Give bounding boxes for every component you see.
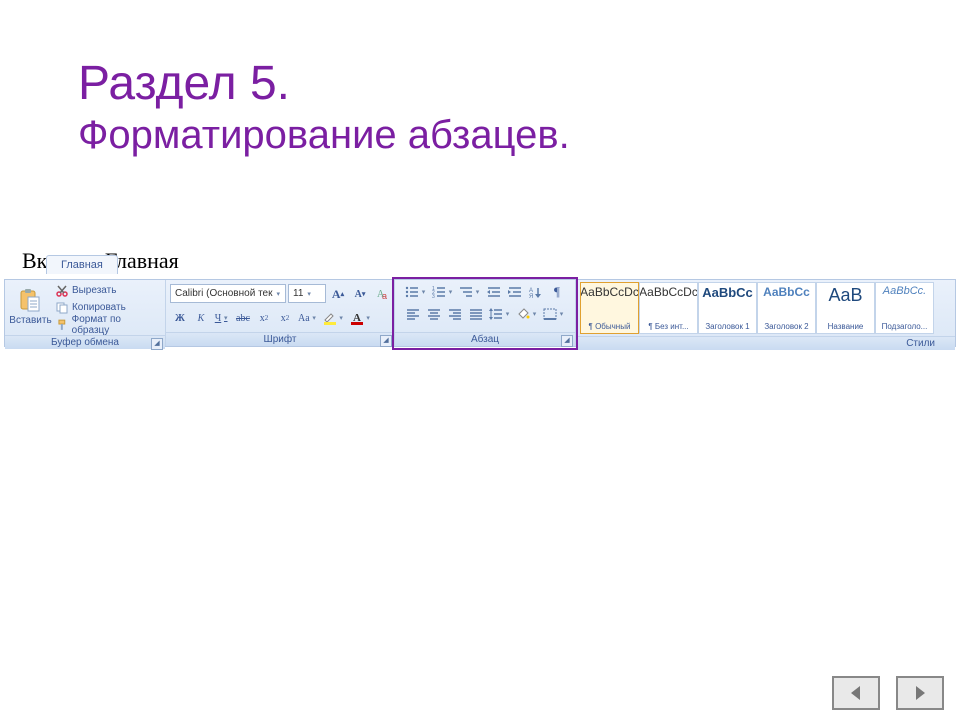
superscript-button[interactable]: x2 bbox=[275, 308, 295, 328]
style-card[interactable]: AaBbCc. Подзаголо... bbox=[875, 282, 934, 334]
change-case-button[interactable]: Aa▾ bbox=[296, 308, 320, 328]
indent-icon bbox=[508, 286, 522, 298]
align-right-button[interactable] bbox=[445, 304, 465, 324]
tab-caption: Вкладка Главная bbox=[22, 248, 960, 274]
borders-button[interactable]: ▾ bbox=[541, 304, 567, 324]
cut-button[interactable]: Вырезать bbox=[54, 282, 161, 299]
sort-icon: AЯ bbox=[529, 286, 543, 298]
line-spacing-button[interactable]: ▾ bbox=[487, 304, 513, 324]
next-slide-button[interactable] bbox=[896, 676, 944, 710]
paragraph-launcher[interactable]: ◢ bbox=[561, 335, 573, 347]
style-name: ¶ Без инт... bbox=[641, 322, 696, 331]
group-font: Calibri (Основной тек▾ 11▾ A▴ A▾ Aa Ж К … bbox=[166, 280, 395, 346]
font-size-select[interactable]: 11▾ bbox=[288, 284, 326, 303]
svg-text:Я: Я bbox=[529, 294, 533, 298]
brush-icon bbox=[56, 319, 68, 331]
style-sample: AaB bbox=[828, 285, 862, 306]
grow-font-button[interactable]: A▴ bbox=[328, 284, 348, 304]
clipboard-launcher[interactable]: ◢ bbox=[151, 338, 163, 350]
style-card[interactable]: AaBbCcDc ¶ Без инт... bbox=[639, 282, 698, 334]
style-card[interactable]: AaBbCcDc ¶ Обычный bbox=[580, 282, 639, 334]
clear-formatting-button[interactable]: Aa bbox=[372, 284, 392, 304]
ribbon-tab-home[interactable]: Главная bbox=[46, 255, 118, 274]
multilevel-list-button[interactable]: ▾ bbox=[457, 282, 483, 302]
align-left-button[interactable] bbox=[403, 304, 423, 324]
style-name: Подзаголо... bbox=[877, 322, 932, 331]
arrow-left-icon bbox=[847, 684, 865, 702]
paste-label: Вставить bbox=[9, 315, 51, 326]
numbering-button[interactable]: 123▾ bbox=[430, 282, 456, 302]
bullets-button[interactable]: ▾ bbox=[403, 282, 429, 302]
font-label: Шрифт◢ bbox=[166, 332, 394, 346]
style-sample: AaBbCc bbox=[702, 285, 753, 300]
cut-icon bbox=[56, 285, 68, 297]
style-sample: AaBbCcDc bbox=[639, 285, 698, 299]
paste-button[interactable]: Вставить bbox=[9, 285, 52, 331]
font-name-select[interactable]: Calibri (Основной тек▾ bbox=[170, 284, 286, 303]
increase-indent-button[interactable] bbox=[505, 282, 525, 302]
prev-slide-button[interactable] bbox=[832, 676, 880, 710]
decrease-indent-button[interactable] bbox=[484, 282, 504, 302]
style-sample: AaBbCcDc bbox=[580, 285, 639, 299]
align-center-button[interactable] bbox=[424, 304, 444, 324]
font-color-button[interactable]: A▾ bbox=[348, 308, 374, 328]
group-styles: AaBbCcDc¶ ОбычныйAaBbCcDc¶ Без инт...AaB… bbox=[576, 280, 955, 346]
bullets-icon bbox=[405, 286, 419, 298]
align-right-icon bbox=[448, 308, 462, 320]
style-name: Заголовок 1 bbox=[700, 322, 755, 331]
shrink-font-button[interactable]: A▾ bbox=[350, 284, 370, 304]
paste-icon bbox=[18, 289, 42, 315]
italic-button[interactable]: К bbox=[191, 308, 211, 328]
underline-button[interactable]: Ч▾ bbox=[212, 308, 232, 328]
subscript-button[interactable]: x2 bbox=[254, 308, 274, 328]
arrow-right-icon bbox=[911, 684, 929, 702]
clipboard-label: Буфер обмена◢ bbox=[5, 335, 165, 349]
svg-text:a: a bbox=[382, 291, 387, 301]
group-clipboard: Вставить Вырезать Копировать bbox=[5, 280, 166, 346]
slide-subtitle: Форматирование абзацев. bbox=[78, 113, 960, 158]
copy-icon bbox=[56, 302, 68, 314]
bucket-icon bbox=[516, 308, 530, 320]
strikethrough-button[interactable]: abc bbox=[233, 308, 253, 328]
align-left-icon bbox=[406, 308, 420, 320]
format-painter-button[interactable]: Формат по образцу bbox=[54, 316, 161, 333]
font-launcher[interactable]: ◢ bbox=[380, 335, 392, 347]
highlight-color-button[interactable]: ▾ bbox=[321, 308, 347, 328]
numbering-icon: 123 bbox=[432, 286, 446, 298]
highlighter-icon bbox=[323, 311, 337, 325]
style-card[interactable]: AaBbCc Заголовок 2 bbox=[757, 282, 816, 334]
line-spacing-icon bbox=[489, 308, 503, 320]
style-sample: AaBbCc. bbox=[883, 285, 926, 297]
style-name: Заголовок 2 bbox=[759, 322, 814, 331]
svg-text:3: 3 bbox=[432, 294, 435, 298]
outdent-icon bbox=[487, 286, 501, 298]
show-marks-button[interactable]: ¶ bbox=[547, 282, 567, 302]
slide-title: Раздел 5. bbox=[78, 56, 960, 111]
styles-label: Стили bbox=[576, 336, 955, 350]
sort-button[interactable]: AЯ bbox=[526, 282, 546, 302]
style-name: ¶ Обычный bbox=[582, 322, 637, 331]
multilevel-icon bbox=[459, 286, 473, 298]
justify-icon bbox=[469, 308, 483, 320]
style-sample: AaBbCc bbox=[763, 285, 810, 299]
style-name: Название bbox=[818, 322, 873, 331]
eraser-icon: Aa bbox=[375, 287, 389, 301]
justify-button[interactable] bbox=[466, 304, 486, 324]
align-center-icon bbox=[427, 308, 441, 320]
style-card[interactable]: AaBbCc Заголовок 1 bbox=[698, 282, 757, 334]
group-paragraph: ▾ 123▾ ▾ AЯ ¶ ▾ ▾ bbox=[395, 280, 576, 346]
font-color-icon: A bbox=[350, 311, 364, 325]
bold-button[interactable]: Ж bbox=[170, 308, 190, 328]
shading-button[interactable]: ▾ bbox=[514, 304, 540, 324]
paragraph-label: Абзац◢ bbox=[395, 332, 575, 346]
style-card[interactable]: AaB Название bbox=[816, 282, 875, 334]
borders-icon bbox=[543, 308, 557, 320]
ribbon: Главная Вставить Вырезать bbox=[4, 279, 956, 347]
